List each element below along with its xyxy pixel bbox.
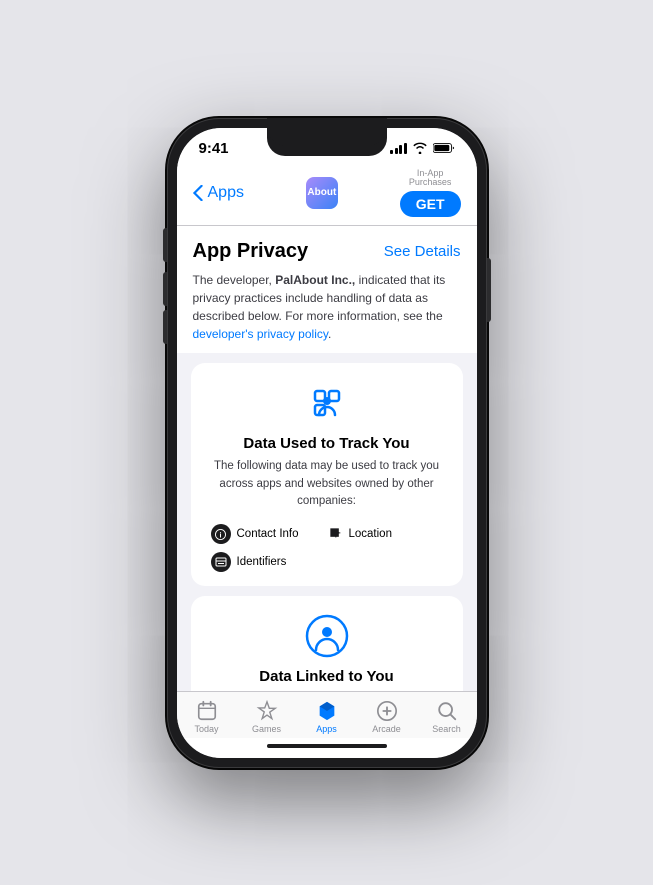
search-icon bbox=[436, 700, 458, 722]
svg-text:i: i bbox=[219, 530, 221, 539]
tab-today-label: Today bbox=[194, 724, 218, 734]
track-card-title: Data Used to Track You bbox=[207, 435, 447, 452]
get-button[interactable]: GET bbox=[400, 191, 461, 217]
location-icon bbox=[329, 527, 343, 541]
apps-icon bbox=[316, 700, 338, 722]
in-app-purchases-label: In-App Purchases bbox=[409, 169, 452, 189]
linked-to-you-card: Data Linked to You The following data ma… bbox=[191, 596, 463, 690]
track-item-contact-label: Contact Info bbox=[237, 528, 299, 540]
back-button[interactable]: Apps bbox=[193, 184, 244, 202]
tab-search-label: Search bbox=[432, 724, 461, 734]
track-item-contact: i Contact Info bbox=[211, 524, 325, 544]
track-icon-wrap bbox=[207, 381, 447, 425]
track-item-identifiers: Identifiers bbox=[211, 552, 325, 572]
wifi-icon bbox=[412, 142, 428, 154]
tab-apps-label: Apps bbox=[316, 724, 337, 734]
privacy-title: App Privacy bbox=[193, 240, 309, 263]
signal-icon bbox=[390, 143, 407, 154]
track-you-card: Data Used to Track You The following dat… bbox=[191, 363, 463, 586]
nav-right-actions: In-App Purchases GET bbox=[400, 169, 461, 218]
tab-arcade-label: Arcade bbox=[372, 724, 401, 734]
privacy-header: App Privacy See Details The developer, P… bbox=[177, 226, 477, 353]
status-icons bbox=[390, 142, 455, 154]
today-icon bbox=[196, 700, 218, 722]
linked-card-title: Data Linked to You bbox=[207, 668, 447, 685]
tab-games[interactable]: Games bbox=[237, 700, 297, 734]
back-label: Apps bbox=[208, 184, 244, 202]
tab-bar: Today Games Apps bbox=[177, 691, 477, 738]
see-details-link[interactable]: See Details bbox=[384, 243, 461, 260]
status-time: 9:41 bbox=[199, 140, 229, 157]
phone-frame: 9:41 bbox=[167, 118, 487, 768]
track-items-grid: i Contact Info Location bbox=[207, 524, 447, 572]
back-chevron-icon bbox=[193, 185, 203, 201]
linked-icon-wrap bbox=[207, 614, 447, 658]
track-item-identifiers-label: Identifiers bbox=[237, 556, 287, 568]
battery-icon bbox=[433, 142, 455, 154]
home-indicator bbox=[177, 738, 477, 758]
tracking-icon bbox=[305, 381, 349, 425]
linked-person-icon bbox=[305, 614, 349, 658]
track-card-desc: The following data may be used to track … bbox=[207, 458, 447, 510]
tab-search[interactable]: Search bbox=[417, 700, 477, 734]
games-icon bbox=[256, 700, 278, 722]
track-item-location-label: Location bbox=[349, 528, 392, 540]
phone-screen: 9:41 bbox=[177, 128, 477, 758]
privacy-title-row: App Privacy See Details bbox=[193, 240, 461, 263]
scroll-content[interactable]: App Privacy See Details The developer, P… bbox=[177, 226, 477, 690]
arcade-icon bbox=[376, 700, 398, 722]
contact-info-icon: i bbox=[211, 524, 231, 544]
track-item-location: Location bbox=[329, 524, 443, 544]
tab-games-label: Games bbox=[252, 724, 281, 734]
home-bar bbox=[267, 744, 387, 748]
tab-arcade[interactable]: Arcade bbox=[357, 700, 417, 734]
notch bbox=[267, 118, 387, 146]
privacy-description: The developer, PalAbout Inc., indicated … bbox=[193, 271, 461, 343]
app-icon: About bbox=[306, 177, 338, 209]
privacy-policy-link[interactable]: developer's privacy policy bbox=[193, 327, 328, 341]
app-icon-label: About bbox=[307, 187, 336, 198]
identifiers-icon bbox=[211, 552, 231, 572]
tab-today[interactable]: Today bbox=[177, 700, 237, 734]
nav-bar: Apps About In-App Purchases GET bbox=[177, 161, 477, 227]
tab-apps[interactable]: Apps bbox=[297, 700, 357, 734]
privacy-cards: Data Used to Track You The following dat… bbox=[177, 353, 477, 690]
app-icon-container: About bbox=[306, 177, 338, 209]
